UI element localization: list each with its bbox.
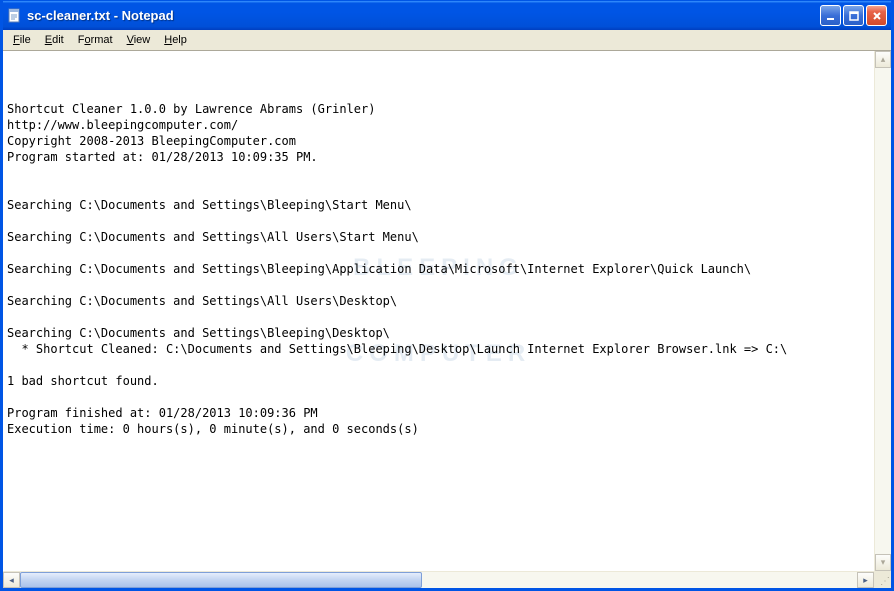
- menu-edit[interactable]: Edit: [38, 32, 71, 48]
- content-area: BLEEPING COMPUTER Shortcut Cleaner 1.0.0…: [3, 51, 891, 571]
- menu-file[interactable]: File: [6, 32, 38, 48]
- horizontal-scrollbar[interactable]: ◂ ▸: [3, 571, 874, 588]
- menubar: File Edit Format View Help: [3, 30, 891, 51]
- scroll-right-button[interactable]: ▸: [857, 572, 874, 588]
- size-grip[interactable]: ⋰: [874, 571, 891, 588]
- scroll-left-button[interactable]: ◂: [3, 572, 20, 588]
- hscroll-thumb[interactable]: [20, 572, 422, 588]
- notepad-icon: [7, 8, 23, 24]
- close-button[interactable]: [866, 5, 887, 26]
- scroll-down-button[interactable]: ▾: [875, 554, 891, 571]
- minimize-button[interactable]: [820, 5, 841, 26]
- window-controls: [820, 5, 887, 26]
- scroll-up-button[interactable]: ▴: [875, 51, 891, 68]
- text-lines: Shortcut Cleaner 1.0.0 by Lawrence Abram…: [7, 101, 870, 437]
- hscroll-track[interactable]: [20, 572, 857, 588]
- hscrollbar-row: ◂ ▸ ⋰: [3, 571, 891, 588]
- vertical-scrollbar[interactable]: ▴ ▾: [874, 51, 891, 571]
- vscroll-track[interactable]: [875, 68, 891, 554]
- maximize-button[interactable]: [843, 5, 864, 26]
- menu-format[interactable]: Format: [71, 32, 120, 48]
- menu-help[interactable]: Help: [157, 32, 194, 48]
- titlebar[interactable]: sc-cleaner.txt - Notepad: [3, 0, 891, 30]
- text-editor[interactable]: BLEEPING COMPUTER Shortcut Cleaner 1.0.0…: [3, 51, 874, 571]
- notepad-window: sc-cleaner.txt - Notepad File Edit Forma…: [0, 0, 894, 591]
- window-title: sc-cleaner.txt - Notepad: [27, 8, 820, 23]
- menu-view[interactable]: View: [120, 32, 158, 48]
